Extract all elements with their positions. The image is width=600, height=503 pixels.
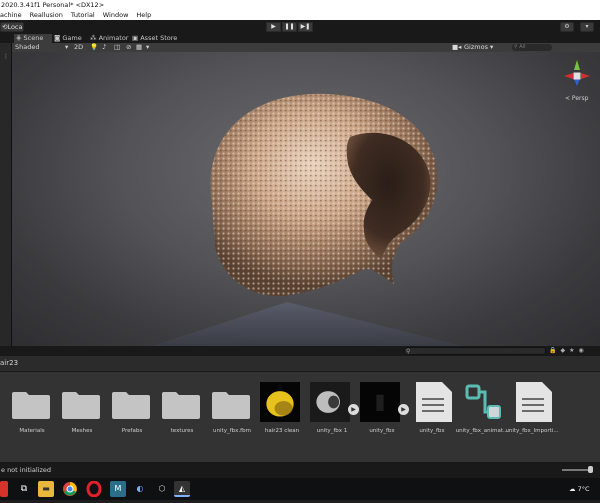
main-toolbar: ⟲Local ▶ ❚❚ ▶❚ ⚙ ▾ <box>0 20 600 34</box>
game-tab-icon: ◙ <box>54 34 61 42</box>
lighting-icon[interactable]: 💡 <box>90 43 98 52</box>
pivot-rotation-button[interactable]: ⟲Local <box>0 22 24 32</box>
temperature-label: 7°C <box>577 485 590 493</box>
opera-icon[interactable] <box>86 480 102 498</box>
lock-icon[interactable]: 🔒 <box>549 347 556 354</box>
star-icon[interactable]: ★ <box>569 347 574 354</box>
pinned-app-icon[interactable] <box>0 481 8 497</box>
tab-animator-label: Animator <box>98 34 129 42</box>
filter-icon[interactable]: ◆ <box>560 347 565 354</box>
menu-help[interactable]: Help <box>136 10 151 20</box>
grid-icon[interactable]: ▦ <box>136 43 142 52</box>
weather-widget[interactable]: ☁ 7°C <box>569 481 590 497</box>
search-icon: ⚲ <box>406 348 411 355</box>
project-header-icons: 🔒 ◆ ★ ◉ <box>549 347 584 354</box>
tab-animator[interactable]: ⁂ Animator <box>88 34 128 43</box>
chrome-icon[interactable] <box>62 481 78 497</box>
menu-bar: achine Reallusion Tutorial Window Help <box>0 10 600 20</box>
asset-label: unity_fbx_Importi... <box>505 428 559 434</box>
asset-document-importer[interactable]: unity_fbx_Importi... <box>502 378 560 458</box>
scene-tab-icon: ⋕ <box>16 34 22 42</box>
cloud-icon: ☁ <box>569 485 576 493</box>
project-search-input[interactable]: ⚲ <box>404 347 546 355</box>
hierarchy-strip: ⋮ <box>0 43 12 346</box>
shading-mode-label: Shaded <box>15 43 40 51</box>
model-preview-icon <box>310 382 350 422</box>
animator-controller-icon <box>465 384 501 419</box>
gizmos-label: Gizmos <box>464 43 488 51</box>
ground-plane <box>152 302 462 346</box>
scene-search-input[interactable]: ⚲ All <box>512 44 552 51</box>
tab-asset-store[interactable]: ▣ Asset Store <box>130 34 180 43</box>
play-button[interactable]: ▶ <box>266 22 281 32</box>
layers-menu-button[interactable]: ▾ <box>580 22 594 32</box>
project-header: ⚲ 🔒 ◆ ★ ◉ <box>0 346 600 356</box>
local-label: Local <box>7 23 24 31</box>
folder-icon <box>62 392 100 419</box>
scene-render <box>152 93 462 346</box>
menu-window[interactable]: Window <box>103 10 129 20</box>
toolbar-right: ⚙ ▾ <box>560 22 594 32</box>
settings-gear-icon[interactable]: ⚙ <box>560 22 574 32</box>
model-preview-icon <box>360 382 400 422</box>
effects-icon[interactable]: ◫ <box>114 43 120 52</box>
tab-scene[interactable]: ⋕ Scene <box>14 34 52 43</box>
2d-toggle[interactable]: 2D <box>74 43 83 52</box>
tab-game[interactable]: ◙ Game <box>52 34 88 43</box>
window-title: 2020.3.41f1 Personal* <DX12> <box>0 0 600 10</box>
camera-icon[interactable]: ■◂ <box>452 43 461 52</box>
orientation-gizmo-icon[interactable] <box>560 58 594 94</box>
menu-reallusion[interactable]: Reallusion <box>30 10 63 20</box>
menu-machine[interactable]: achine <box>0 10 22 20</box>
status-message: e not initialized <box>1 466 51 474</box>
tab-scene-label: Scene <box>23 34 44 42</box>
unity-editor-icon[interactable]: ◭ <box>174 481 190 497</box>
folder-icon <box>212 392 250 419</box>
tab-asset-store-label: Asset Store <box>140 34 178 42</box>
asset-grid: Materials Meshes Prefabs textures unity_… <box>0 372 600 462</box>
store-tab-icon: ▣ <box>132 34 139 42</box>
folder-icon <box>162 392 200 419</box>
material-preview-icon <box>260 382 300 422</box>
scene-toolbar: Shaded ▾ 2D 💡 ♪ ◫ ⊘ ▦ ▾ ■◂ Gizmos ▾ ⚲ Al… <box>12 43 600 52</box>
search-placeholder: All <box>519 44 526 50</box>
unity-hub-icon[interactable]: ⬡ <box>154 481 170 497</box>
animator-tab-icon: ⁂ <box>90 34 97 42</box>
shading-mode-dropdown[interactable]: Shaded ▾ <box>15 43 71 52</box>
task-view-icon[interactable]: ⧉ <box>16 481 32 497</box>
file-explorer-icon[interactable]: ▬ <box>38 481 54 497</box>
icon-size-slider[interactable] <box>562 466 593 473</box>
view-tabs: ⋕ Scene ◙ Game ⁂ Animator ▣ Asset Store <box>0 34 600 43</box>
menu-tutorial[interactable]: Tutorial <box>71 10 95 20</box>
document-icon <box>516 382 552 422</box>
hidden-objects-icon[interactable]: ⊘ <box>126 43 131 52</box>
chevron-down-icon: ▾ <box>65 43 69 51</box>
breadcrumb[interactable]: air23 <box>0 356 600 372</box>
more-options-icon[interactable]: ⋮ <box>0 53 12 60</box>
os-taskbar: ⧉ ▬ M ◐ ⬡ ◭ ☁ 7°C <box>0 478 600 500</box>
status-bar: e not initialized <box>0 462 600 478</box>
folder-icon <box>112 392 150 419</box>
folder-icon <box>12 392 50 419</box>
projection-label[interactable]: < Persp <box>565 95 588 102</box>
search-icon: ⚲ <box>514 44 518 50</box>
cinema-app-icon[interactable]: ◐ <box>132 481 148 497</box>
max-app-icon[interactable]: M <box>110 481 126 497</box>
pause-button[interactable]: ❚❚ <box>282 22 297 32</box>
tab-game-label: Game <box>62 34 82 42</box>
step-button[interactable]: ▶❚ <box>298 22 313 32</box>
eye-icon[interactable]: ◉ <box>579 347 584 354</box>
audio-icon[interactable]: ♪ <box>102 43 106 52</box>
play-controls: ▶ ❚❚ ▶❚ <box>266 22 313 32</box>
document-icon <box>416 382 452 422</box>
grid-chevron-down-icon[interactable]: ▾ <box>146 43 149 52</box>
scene-viewport[interactable]: < Persp <box>12 52 600 346</box>
gizmos-dropdown[interactable]: Gizmos ▾ <box>464 43 493 52</box>
